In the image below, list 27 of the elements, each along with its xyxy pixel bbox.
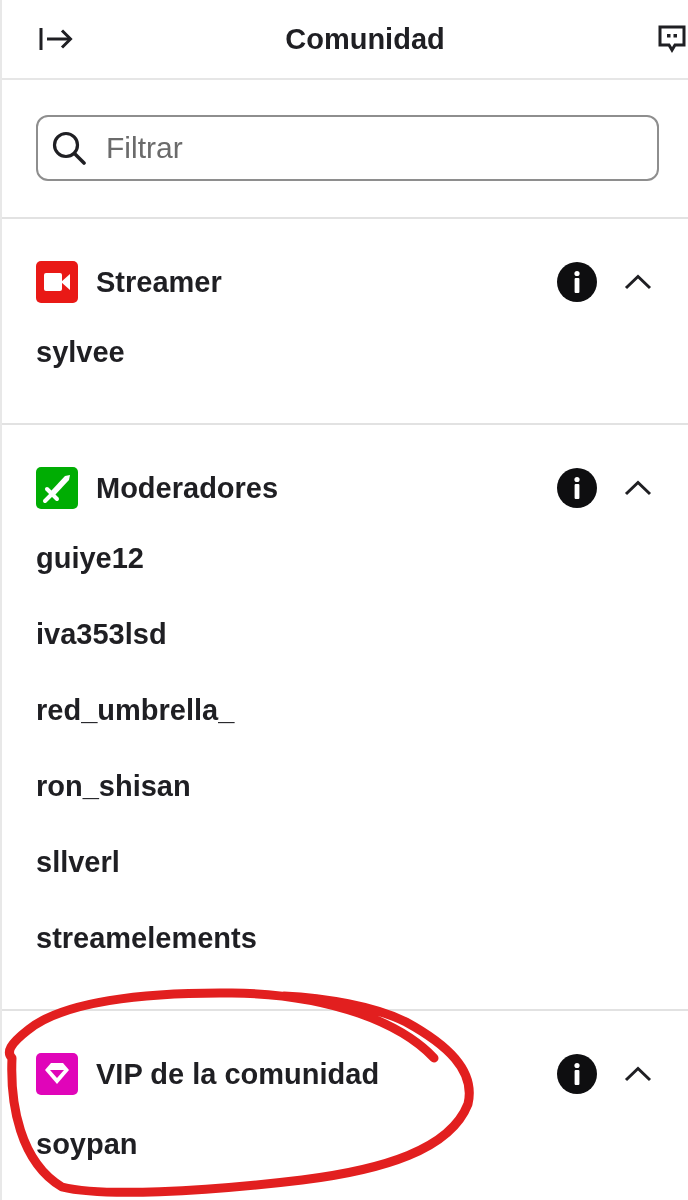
panel-title: Comunidad [284, 22, 446, 56]
info-button[interactable] [557, 262, 597, 302]
section-title: Streamer [96, 265, 223, 299]
bar-arrow-icon [39, 27, 73, 51]
chevron-toggle[interactable] [624, 1066, 652, 1082]
info-button[interactable] [557, 468, 597, 508]
collapse-button[interactable] [38, 25, 74, 53]
user-list-item[interactable]: sllverl [36, 824, 120, 900]
search-icon [52, 131, 86, 165]
user-list-item[interactable]: guiye12 [36, 520, 144, 596]
section-title: VIP de la comunidad [96, 1057, 381, 1091]
chevron-toggle[interactable] [624, 480, 652, 496]
user-list-item[interactable]: soypan [36, 1106, 138, 1182]
user-list-item[interactable]: iva353lsd [36, 596, 167, 672]
user-list-item[interactable]: streamelements [36, 900, 257, 976]
speech-bubble-icon [657, 24, 687, 54]
info-button[interactable] [557, 1054, 597, 1094]
section-title: Moderadores [96, 471, 280, 505]
info-icon [557, 1054, 597, 1094]
info-icon [557, 468, 597, 508]
search-field[interactable]: Filtrar [36, 115, 659, 181]
chevron-toggle[interactable] [624, 274, 652, 290]
user-list-item[interactable]: sylvee [36, 314, 125, 390]
user-list-item[interactable]: red_umbrella_ [36, 672, 235, 748]
user-list-item[interactable]: ron_shisan [36, 748, 191, 824]
chat-button[interactable] [656, 23, 688, 55]
info-icon [557, 262, 597, 302]
